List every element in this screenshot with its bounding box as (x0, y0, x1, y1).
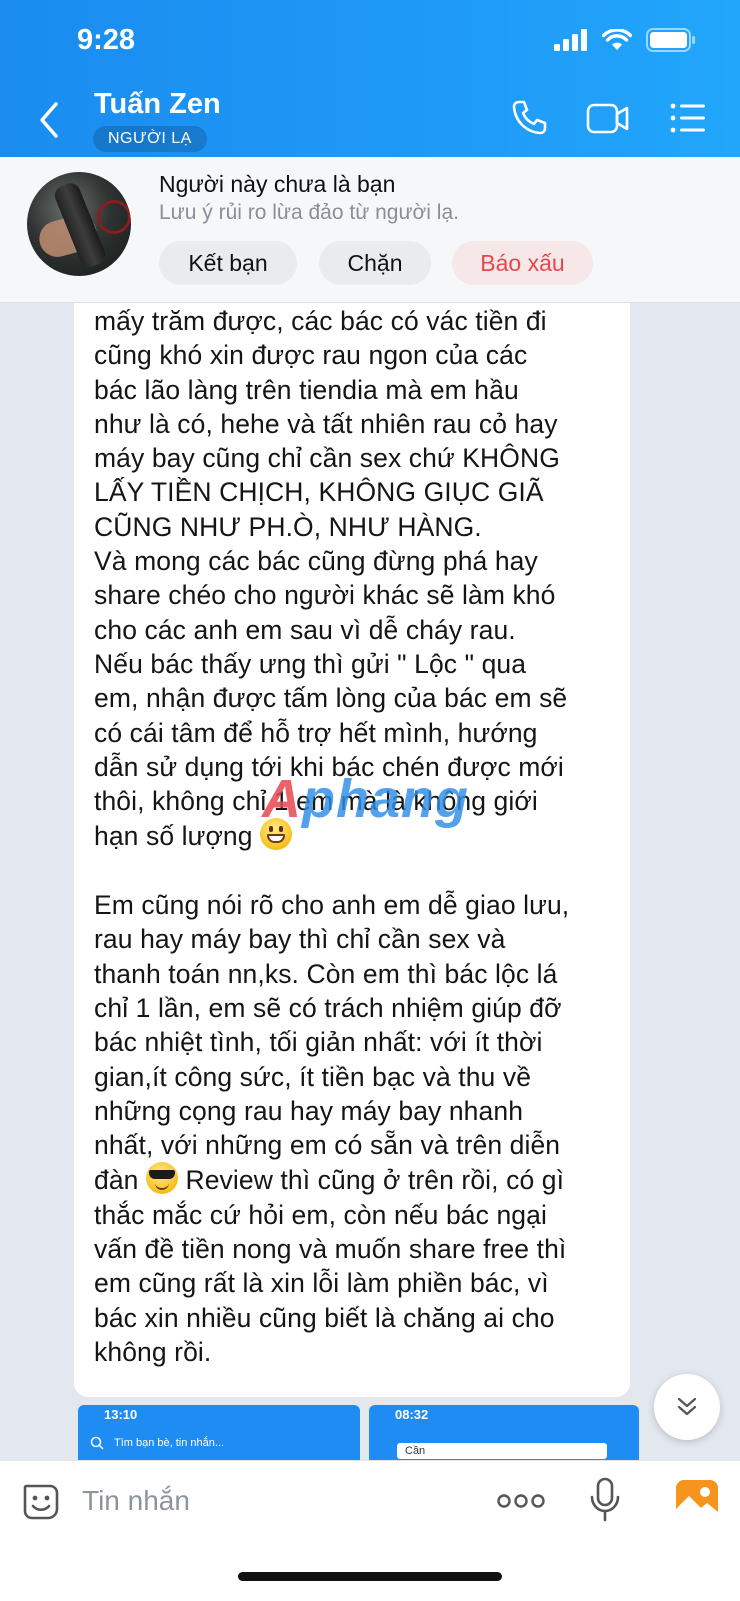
sunglasses-face-emoji (145, 1162, 178, 1195)
wifi-icon (602, 29, 632, 50)
message-line: em cũng rất là xin lỗi làm phiền bác, vì (94, 1268, 549, 1299)
banner-subtitle: Lưu ý rủi ro lừa đảo từ người lạ. (159, 201, 459, 224)
home-indicator (238, 1572, 502, 1581)
report-button[interactable]: Báo xấu (452, 241, 593, 285)
message-line: đàn (94, 1165, 139, 1196)
message-line: Nếu bác thấy ưng thì gửi " Lộc " qua (94, 648, 527, 679)
phone-icon[interactable] (510, 99, 548, 137)
message-line: CŨNG NHƯ PH.Ò, NHƯ HÀNG. (94, 511, 482, 542)
message-line: cũng khó xin được rau ngon của các (94, 340, 528, 371)
message-line: Và mong các bác cũng đừng phá hay (94, 546, 538, 577)
watermark-logo: Aphang (262, 769, 469, 829)
message-line: LẤY TIỀN CHỊCH, KHÔNG GIỤC GIÃ (94, 477, 544, 508)
message-line: bác lão làng trên tiendia mà em hầu (94, 374, 519, 405)
message-line: máy bay cũng chỉ cần sex chứ KHÔNG (94, 443, 560, 474)
battery-icon (646, 28, 695, 52)
message-line: cho các anh em sau vì dễ cháy rau. (94, 614, 516, 645)
thumbnail-time: 13:10 (104, 1407, 138, 1422)
search-icon (90, 1436, 104, 1450)
message-line: Review thì cũng ở trên rồi, có gì (185, 1165, 565, 1196)
banner-title: Người này chưa là bạn (159, 171, 396, 197)
add-friend-button[interactable]: Kết bạn (159, 241, 297, 285)
thumbnail-search: Cần (397, 1443, 607, 1459)
status-icons (554, 28, 696, 52)
message-line: những cọng rau hay máy bay nhanh (94, 1095, 524, 1126)
message-line: thắc mắc cứ hỏi em, còn nếu bác ngại (94, 1199, 547, 1230)
block-button[interactable]: Chặn (319, 241, 431, 285)
stranger-banner: Người này chưa là bạn Lưu ý rủi ro lừa đ… (0, 157, 740, 303)
message-line: vấn đề tiền nong và muốn share free thì (94, 1234, 567, 1265)
message-line: thanh toán nn,ks. Còn em thì bác lộc lá (94, 958, 558, 989)
message-line: em, nhận được tấm lòng của bác em sẽ (94, 683, 568, 714)
message-line: như là có, hehe và tất nhiên rau cỏ hay (94, 408, 558, 439)
status-time: 9:28 (77, 24, 136, 56)
chat-header: 9:28 Tuấn Zen NGƯỜI LẠ (0, 0, 740, 157)
stranger-badge: NGƯỜI LẠ (93, 126, 207, 152)
message-line: không rồi. (94, 1336, 212, 1367)
image-thumbnail[interactable]: 08:32 Cần (369, 1405, 639, 1465)
message-line: có cái tâm để hỗ trợ hết mình, hướng (94, 717, 538, 748)
chevron-double-down-icon (677, 1397, 697, 1416)
scroll-down-button[interactable] (654, 1374, 720, 1440)
signal-icon (554, 29, 587, 51)
avatar[interactable] (27, 172, 131, 276)
thumbnail-time: 08:32 (395, 1407, 429, 1422)
back-icon[interactable] (34, 100, 64, 140)
sticker-icon[interactable] (20, 1481, 62, 1523)
message-line: rau hay máy bay thì chỉ cần sex và (94, 924, 506, 955)
video-call-icon[interactable] (586, 99, 630, 137)
image-thumbnail[interactable]: 13:10 Tìm bạn bè, tin nhắn... (78, 1405, 360, 1465)
message-line: bác xin nhiều cũng biết là chăng ai cho (94, 1302, 555, 1333)
more-options-icon[interactable] (497, 1491, 545, 1511)
message-input[interactable]: Tin nhắn (82, 1485, 190, 1517)
message-line: gian,ít công sức, ít tiền bạc và thu về (94, 1061, 532, 1092)
message-line: bác nhiệt tình, tối giản nhất: với ít th… (94, 1027, 543, 1058)
message-line: chỉ 1 lần, em sẽ có trách nhiệm giúp đỡ (94, 992, 562, 1023)
thumbnail-search: Tìm bạn bè, tin nhắn... (114, 1437, 225, 1449)
message-line: nhất, với những em có sẵn và trên diễn (94, 1130, 561, 1161)
contact-name[interactable]: Tuấn Zen (94, 88, 221, 121)
microphone-icon[interactable] (588, 1477, 622, 1523)
message-line: hạn số lượng (94, 821, 253, 852)
message-text: mấy trăm được, các bác có vác tiền đi cũn… (94, 304, 624, 1369)
image-gallery-icon[interactable] (675, 1479, 719, 1519)
message-line: mấy trăm được, các bác có vác tiền đi (94, 306, 547, 336)
message-line: share chéo cho người khác sẽ làm khó (94, 580, 556, 611)
menu-list-icon[interactable] (669, 99, 707, 137)
message-line: Em cũng nói rõ cho anh em dễ giao lưu, (94, 890, 570, 921)
